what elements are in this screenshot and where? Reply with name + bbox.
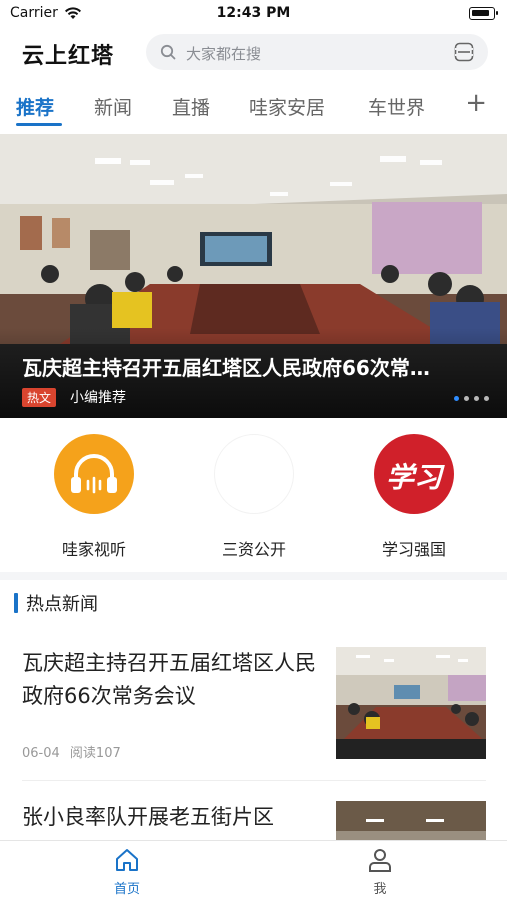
tab-cars[interactable]: 车世界 [368, 93, 425, 120]
scan-icon[interactable] [454, 42, 474, 62]
tab-news[interactable]: 新闻 [94, 93, 132, 120]
news-title[interactable]: 瓦庆超主持召开五届红塔区人民政府66次常务会议 [22, 647, 322, 713]
tab-live[interactable]: 直播 [172, 93, 210, 120]
news-thumbnail [336, 647, 486, 759]
shortcut-wajia-audio[interactable]: 哇家视听 [34, 434, 154, 560]
search-icon [160, 44, 176, 60]
shortcut-label: 学习强国 [381, 540, 446, 559]
app-title: 云上红塔 [22, 44, 115, 69]
shortcut-xuexi[interactable]: 学习 学习强国 [354, 434, 474, 560]
search-placeholder: 大家都在搜 [186, 45, 262, 63]
app-header: 云上红塔 大家都在搜 [0, 28, 507, 78]
carousel-indicator [454, 396, 489, 401]
battery-icon [469, 7, 498, 20]
banner-source: 小编推荐 [70, 390, 126, 406]
shortcut-grid: 哇家视听 三资公开 学习 学习强国 [0, 430, 507, 570]
tab-recommend[interactable]: 推荐 [16, 93, 54, 120]
banner-carousel[interactable]: 瓦庆超主持召开五届红塔区人民政府66次常… 热文 小编推荐 [0, 134, 507, 418]
carousel-dot [464, 396, 469, 401]
section-title: 热点新闻 [26, 594, 98, 615]
user-icon [369, 849, 391, 872]
nav-home[interactable]: 首页 [77, 847, 177, 897]
headphones-icon [54, 434, 134, 514]
carousel-dot [454, 396, 459, 401]
news-title[interactable]: 张小良率队开展老五街片区 [22, 801, 322, 834]
news-item[interactable]: 瓦庆超主持召开五届红塔区人民政府66次常务会议 06-04 阅读107 [0, 647, 507, 761]
clock: 12:43 PM [216, 5, 291, 21]
nav-label: 我 [373, 882, 387, 897]
news-date: 06-04 [22, 746, 60, 761]
xuexi-logo-text: 学习 [385, 461, 442, 494]
shortcut-label: 哇家视听 [61, 540, 126, 559]
nav-me[interactable]: 我 [330, 847, 430, 897]
carousel-dot [474, 396, 479, 401]
section-divider [0, 572, 507, 580]
tab-housing[interactable]: 哇家安居 [249, 93, 325, 120]
section-accent-bar [14, 593, 18, 613]
blank-icon [214, 434, 294, 514]
add-channel-button[interactable]: + [465, 90, 487, 116]
shortcut-label: 三资公开 [221, 540, 286, 559]
xuexi-icon: 学习 [374, 434, 454, 514]
status-bar: Carrier 12:43 PM [0, 0, 507, 28]
news-item[interactable]: 张小良率队开展老五街片区 [0, 801, 507, 841]
home-icon [116, 849, 138, 871]
news-meta: 06-04 阅读107 [22, 742, 121, 761]
shortcut-three-assets[interactable]: 三资公开 [194, 434, 314, 560]
hot-tag-badge: 热文 [22, 388, 57, 407]
carousel-dot [484, 396, 489, 401]
nav-label: 首页 [113, 882, 140, 897]
news-thumbnail [336, 801, 486, 841]
bottom-nav: 首页 我 [0, 840, 507, 900]
channel-tabs: 推荐 新闻 直播 哇家安居 车世界 + [0, 84, 507, 130]
banner-title[interactable]: 瓦庆超主持召开五届红塔区人民政府66次常… [22, 352, 472, 381]
news-separator [22, 780, 486, 781]
search-input[interactable]: 大家都在搜 [146, 34, 488, 70]
section-header: 热点新闻 [14, 592, 98, 615]
news-reads: 阅读107 [69, 746, 121, 761]
active-tab-indicator [16, 123, 62, 126]
